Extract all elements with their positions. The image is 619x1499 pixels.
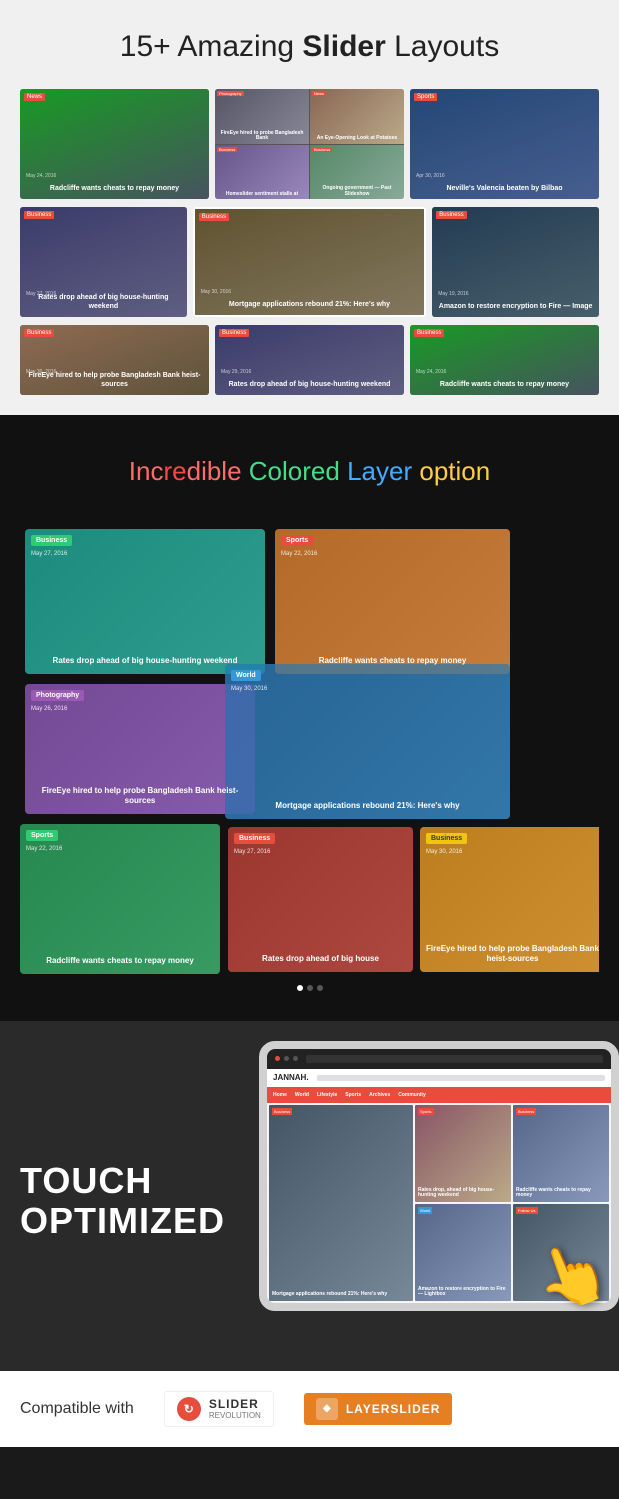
slider-preview-5-main[interactable]: Business May 30, 2016 Mortgage applicati…	[193, 207, 426, 317]
colored-card-5: Sports May 22, 2016 Radcliffe wants chea…	[20, 824, 220, 974]
colored-layer-heading: Incredible Colored Layer option	[20, 455, 599, 489]
search-bar-fake	[317, 1075, 605, 1081]
slider-preview-9[interactable]: Business May 24, 2016 Radcliffe wants ch…	[410, 325, 599, 395]
colored-card-6: Business May 27, 2016 Rates drop ahead o…	[228, 827, 413, 972]
slider-preview-3[interactable]: Sports Apr 30, 2016 Neville's Valencia b…	[410, 89, 599, 199]
layerslider-icon: ◆	[316, 1398, 338, 1420]
touch-text: TOUCH OPTIMIZED	[20, 1161, 225, 1240]
dot-2	[307, 985, 313, 991]
colored-layer-preview: Business May 27, 2016 Rates drop ahead o…	[20, 519, 599, 979]
slider-grid-row1: News May 24, 2016 Radcliffe wants cheats…	[20, 89, 599, 199]
colored-card-2: Sports May 22, 2016 Radcliffe wants chea…	[275, 529, 510, 674]
colored-card-3: Photography May 26, 2016 FireEye hired t…	[25, 684, 255, 814]
colored-card-4: World May 30, 2016 Mortgage applications…	[225, 664, 510, 819]
compatible-section: Compatible with ↻ SLIDER REVOLUTION ◆ LA…	[0, 1371, 619, 1447]
tablet-nav-bar: Home World Lifestyle Sports Archives Com…	[267, 1087, 611, 1103]
tab-dot-1	[284, 1056, 289, 1061]
slider-preview-4[interactable]: Business May 27, 2016 Rates drop ahead o…	[20, 207, 187, 317]
dot-1	[297, 985, 303, 991]
slider-preview-2[interactable]: Photography FireEye hired to probe Bangl…	[215, 89, 404, 199]
tablet-main-card: Business Mortgage applications rebound 2…	[269, 1105, 413, 1301]
compatible-label: Compatible with	[20, 1400, 134, 1418]
touch-heading: TOUCH OPTIMIZED	[20, 1161, 225, 1240]
tablet-logo-bar: JANNAH.	[267, 1069, 611, 1087]
slider-preview-6[interactable]: Business May 19, 2016 Amazon to restore …	[432, 207, 599, 317]
tablet-card-2: Sports Rates drop, ahead of big house-hu…	[415, 1105, 511, 1202]
colored-card-7: Business May 30, 2016 FireEye hired to h…	[420, 827, 599, 972]
tablet-mockup: JANNAH. Home World Lifestyle Sports Arch…	[259, 1041, 619, 1331]
tablet-card-4: World Amazon to restore encryption to Fi…	[415, 1204, 511, 1301]
slider-revolution-icon: ↻	[177, 1397, 201, 1421]
colored-card-1: Business May 27, 2016 Rates drop ahead o…	[25, 529, 265, 674]
colored-layer-section: Incredible Colored Layer option Business…	[0, 415, 619, 1021]
tablet-card-3: Business Radcliffe wants cheats to repay…	[513, 1105, 609, 1202]
layerslider-text: LAYERSLIDER	[346, 1402, 441, 1416]
tab-dot-red	[275, 1056, 280, 1061]
dot-3	[317, 985, 323, 991]
slider-layouts-section: 15+ Amazing Slider Layouts News May 24, …	[0, 0, 619, 415]
slider-preview-7[interactable]: Business May 30, 2016 FireEye hired to h…	[20, 325, 209, 395]
slider-grid-row3: Business May 30, 2016 FireEye hired to h…	[20, 325, 599, 395]
layerslider-badge[interactable]: ◆ LAYERSLIDER	[304, 1393, 453, 1425]
dot-indicator	[20, 985, 599, 991]
slider-revolution-badge[interactable]: ↻ SLIDER REVOLUTION	[164, 1391, 274, 1427]
slider-preview-8[interactable]: Business May 29, 2016 Rates drop ahead o…	[215, 325, 404, 395]
tablet-header-bar	[267, 1049, 611, 1069]
slider-revolution-text: SLIDER REVOLUTION	[209, 1397, 261, 1420]
slider-grid-row2: Business May 27, 2016 Rates drop ahead o…	[20, 207, 599, 317]
tab-dot-2	[293, 1056, 298, 1061]
slider-preview-1[interactable]: News May 24, 2016 Radcliffe wants cheats…	[20, 89, 209, 199]
address-bar	[306, 1055, 603, 1063]
slider-layouts-heading: 15+ Amazing Slider Layouts	[20, 30, 599, 64]
touch-optimized-section: TOUCH OPTIMIZED JANNAH.	[0, 1021, 619, 1371]
tablet-logo-text: JANNAH.	[273, 1073, 309, 1082]
